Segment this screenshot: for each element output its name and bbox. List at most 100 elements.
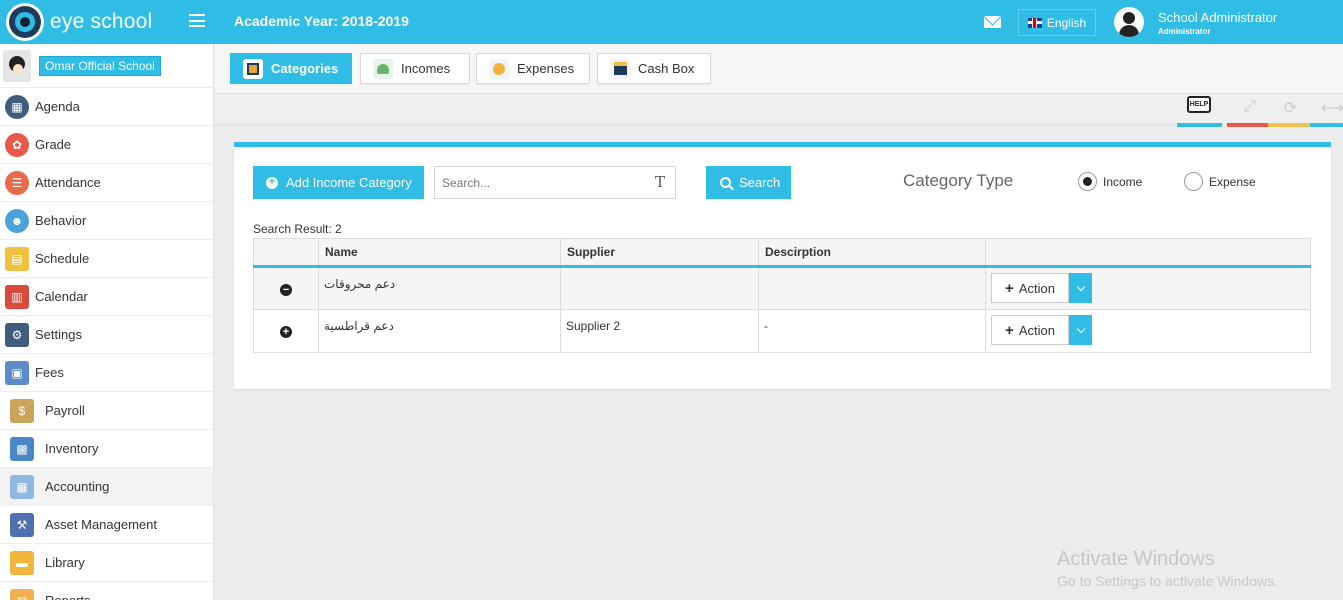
top-bar: eye school Academic Year: 2018-2019 Engl…	[0, 0, 1343, 44]
row-toggle-cell: +	[253, 309, 319, 353]
categories-icon	[243, 58, 263, 79]
categories-table: Name Supplier Descirption − دعم محروقات …	[253, 238, 1311, 353]
radio-label: Expense	[1209, 174, 1256, 189]
tab-incomes[interactable]: Incomes	[360, 53, 470, 84]
sidebar-item-library[interactable]: ▬ Library	[0, 544, 213, 582]
collapse-button[interactable]: ⟷	[1310, 95, 1343, 127]
agenda-icon: ▦	[5, 94, 29, 119]
radio-circle	[1184, 172, 1203, 191]
search-button[interactable]: Search	[706, 166, 791, 199]
action-dropdown: + Action	[991, 273, 1092, 303]
tab-label: Cash Box	[638, 61, 695, 76]
sidebar-item-attendance[interactable]: ☰ Attendance	[0, 164, 213, 202]
fees-icon: ▣	[5, 360, 29, 385]
plus-icon: +	[1005, 321, 1014, 339]
search-button-label: Search	[739, 175, 781, 190]
sidebar-item-schedule[interactable]: ▤ Schedule	[0, 240, 213, 278]
settings-icon: ⚙	[5, 322, 29, 347]
eye-logo-icon	[6, 3, 44, 41]
radio-expense[interactable]: Expense	[1184, 172, 1256, 191]
sidebar-item-label: Agenda	[35, 99, 80, 114]
cell-name: دعم قراطسية	[318, 309, 561, 353]
sidebar-item-settings[interactable]: ⚙ Settings	[0, 316, 213, 354]
menu-toggle-icon[interactable]	[189, 14, 205, 27]
minus-circle-icon[interactable]: −	[280, 283, 292, 296]
tab-label: Expenses	[517, 61, 575, 76]
add-income-category-button[interactable]: + Add Income Category	[253, 166, 424, 199]
cell-supplier	[560, 266, 759, 310]
language-button[interactable]: English	[1018, 9, 1096, 36]
grade-icon: ✿	[5, 132, 29, 157]
tab-categories[interactable]: Categories	[230, 53, 352, 84]
plus-circle-icon: +	[266, 176, 278, 189]
tab-expenses[interactable]: Expenses	[476, 53, 590, 84]
sidebar-item-label: Behavior	[35, 213, 87, 228]
action-button[interactable]: + Action	[991, 273, 1069, 303]
text-format-icon: T	[654, 173, 665, 191]
category-type-label: Category Type	[903, 171, 1014, 190]
sidebar-item-label: Library	[45, 555, 85, 570]
arrows-horizontal-icon: ⟷	[1321, 100, 1343, 117]
library-icon: ▬	[10, 550, 34, 575]
action-button[interactable]: + Action	[991, 315, 1069, 345]
tab-cash-box[interactable]: Cash Box	[597, 53, 711, 84]
incomes-icon	[373, 58, 393, 79]
refresh-icon: ⟳	[1283, 100, 1298, 117]
user-avatar[interactable]	[1114, 7, 1144, 37]
chevron-down-icon[interactable]	[1069, 315, 1092, 345]
help-button[interactable]: HELP	[1177, 95, 1222, 127]
academic-year: Academic Year: 2018-2019	[234, 13, 409, 29]
add-button-label: Add Income Category	[286, 175, 412, 190]
search-result-count: Search Result: 2	[253, 222, 342, 236]
sidebar-item-accounting[interactable]: ▦ Accounting	[0, 468, 213, 506]
sidebar-item-behavior[interactable]: ☻ Behavior	[0, 202, 213, 240]
search-icon	[720, 177, 731, 188]
column-header-toggle	[253, 238, 319, 268]
sidebar-item-grade[interactable]: ✿ Grade	[0, 126, 213, 164]
app-logo[interactable]: eye school	[6, 3, 152, 41]
schedule-icon: ▤	[5, 246, 29, 271]
user-name[interactable]: School Administrator	[1158, 10, 1277, 25]
radio-income[interactable]: Income	[1078, 172, 1142, 191]
action-dropdown: + Action	[991, 315, 1092, 345]
calendar-icon: ▥	[5, 284, 29, 309]
sidebar-item-label: Grade	[35, 137, 72, 152]
school-name[interactable]: Omar Official School	[39, 55, 161, 76]
sidebar-nav: ▦ Agenda ✿ Grade ☰ Attendance ☻ Behavior ▤ Schedu…	[0, 88, 213, 600]
user-role: Administrator	[1158, 27, 1211, 36]
chevron-down-icon[interactable]	[1069, 273, 1092, 303]
sidebar-item-agenda[interactable]: ▦ Agenda	[0, 88, 213, 126]
search-field[interactable]: T	[434, 166, 676, 199]
uk-flag-icon	[1027, 17, 1042, 28]
school-logo	[3, 49, 31, 82]
sidebar-item-reports[interactable]: ✉ Reports	[0, 582, 213, 600]
sidebar-item-label: Payroll	[45, 403, 85, 418]
windows-activation-subtitle: Go to Settings to activate Windows.	[1057, 573, 1278, 589]
inventory-icon: ▩	[10, 436, 34, 461]
sidebar-item-asset-management[interactable]: ⚒ Asset Management	[0, 506, 213, 544]
fullscreen-button[interactable]: ⤢	[1227, 95, 1272, 127]
plus-circle-icon[interactable]: +	[280, 326, 292, 338]
sidebar-item-label: Accounting	[45, 479, 110, 494]
reports-icon: ✉	[10, 588, 34, 600]
table-row: + دعم قراطسية Supplier 2 - + Action	[253, 309, 1311, 353]
categories-panel: + Add Income Category T Search Category …	[234, 142, 1331, 389]
expand-icon: ⤢	[1243, 98, 1256, 115]
tab-label: Incomes	[401, 61, 451, 76]
column-header-supplier[interactable]: Supplier	[560, 238, 759, 268]
radio-circle	[1078, 172, 1097, 191]
sidebar-item-label: Settings	[35, 327, 82, 342]
sidebar-item-fees[interactable]: ▣ Fees	[0, 354, 213, 392]
sidebar-item-calendar[interactable]: ▥ Calendar	[0, 278, 213, 316]
attendance-icon: ☰	[5, 170, 29, 195]
refresh-button[interactable]: ⟳	[1268, 95, 1313, 127]
sidebar-item-inventory[interactable]: ▩ Inventory	[0, 430, 213, 468]
sidebar-item-payroll[interactable]: $ Payroll	[0, 392, 213, 430]
column-header-description[interactable]: Descirption	[758, 238, 986, 268]
cell-actions: + Action	[985, 309, 1311, 353]
mail-icon[interactable]	[984, 16, 1001, 28]
help-icon: HELP	[1187, 96, 1211, 113]
column-header-name[interactable]: Name	[318, 238, 561, 268]
tool-row: HELP ⤢ ⟳ ⟷	[215, 95, 1343, 127]
search-input[interactable]	[435, 167, 635, 198]
